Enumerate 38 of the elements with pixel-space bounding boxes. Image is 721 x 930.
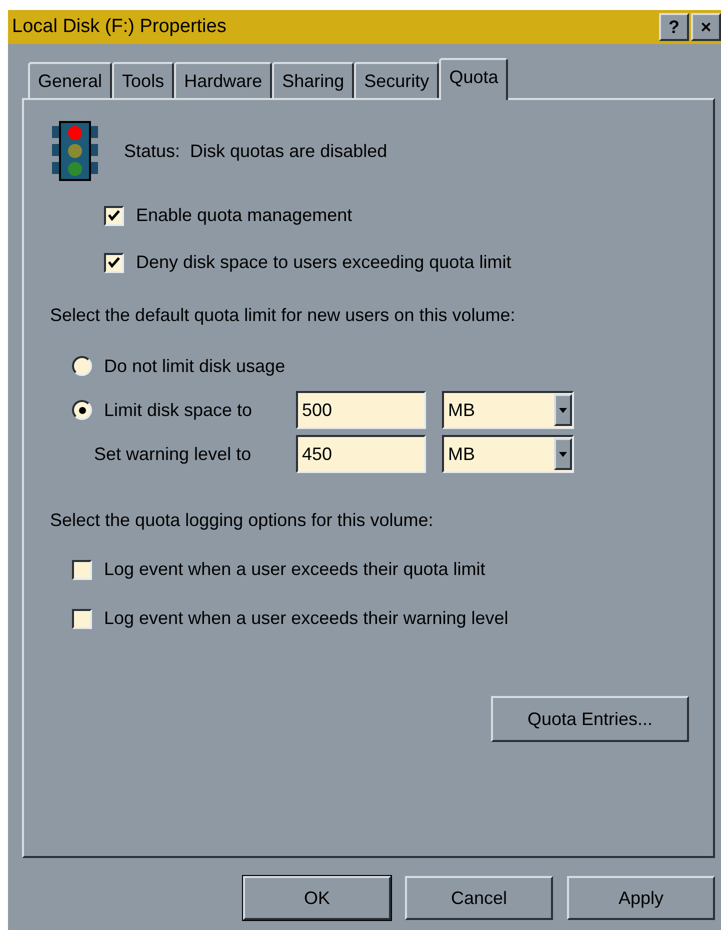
- radio-label: Do not limit disk usage: [104, 354, 286, 378]
- checkbox-label: Log event when a user exceeds their quota limit: [104, 558, 486, 581]
- warning-label: Set warning level to: [93, 442, 252, 466]
- checkbox-label: Deny disk space to users exceeding quota limit: [136, 251, 512, 274]
- close-button[interactable]: ×: [691, 13, 721, 41]
- caret-icon: [554, 438, 572, 470]
- checkbox[interactable]: [72, 608, 92, 628]
- unit-dropdown[interactable]: MB: [442, 435, 574, 473]
- unit-dropdown[interactable]: MB: [442, 391, 574, 429]
- help-button[interactable]: ?: [659, 13, 689, 41]
- quota-value-field[interactable]: 450: [296, 435, 426, 473]
- checkbox[interactable]: [104, 252, 124, 272]
- status-text: Status: Disk quotas are disabled: [124, 140, 388, 163]
- tab[interactable]: Security: [354, 62, 440, 98]
- tab[interactable]: Quota: [439, 58, 508, 100]
- caret-icon: [554, 394, 572, 426]
- dialog-button[interactable]: Cancel: [405, 876, 553, 920]
- section-heading: Select the default quota limit for new users on this volume:: [50, 304, 516, 327]
- dialog-button[interactable]: OK: [243, 876, 391, 920]
- radio-label: Limit disk space to: [104, 398, 254, 422]
- tab[interactable]: Tools: [112, 62, 174, 98]
- checkbox[interactable]: [104, 206, 124, 226]
- quota-value-field[interactable]: 500: [296, 391, 426, 429]
- section-heading: Select the quota logging options for this volume:: [50, 509, 434, 532]
- checkmark-icon: [107, 256, 121, 270]
- traffic-light-icon: [50, 120, 100, 182]
- window-title: Local Disk (F:) Properties: [12, 14, 226, 39]
- checkbox-label: Enable quota management: [136, 204, 352, 227]
- quota-entries-button[interactable]: Quota Entries...: [491, 696, 689, 742]
- radio-button[interactable]: [72, 400, 92, 420]
- dialog-button[interactable]: Apply: [567, 876, 715, 920]
- tab[interactable]: Hardware: [174, 62, 272, 98]
- radio-button[interactable]: [72, 356, 92, 376]
- tab[interactable]: Sharing: [272, 62, 354, 98]
- tab[interactable]: General: [28, 62, 112, 98]
- checkbox-label: Log event when a user exceeds their warning level: [104, 607, 508, 630]
- checkbox[interactable]: [72, 560, 92, 580]
- checkmark-icon: [107, 208, 121, 222]
